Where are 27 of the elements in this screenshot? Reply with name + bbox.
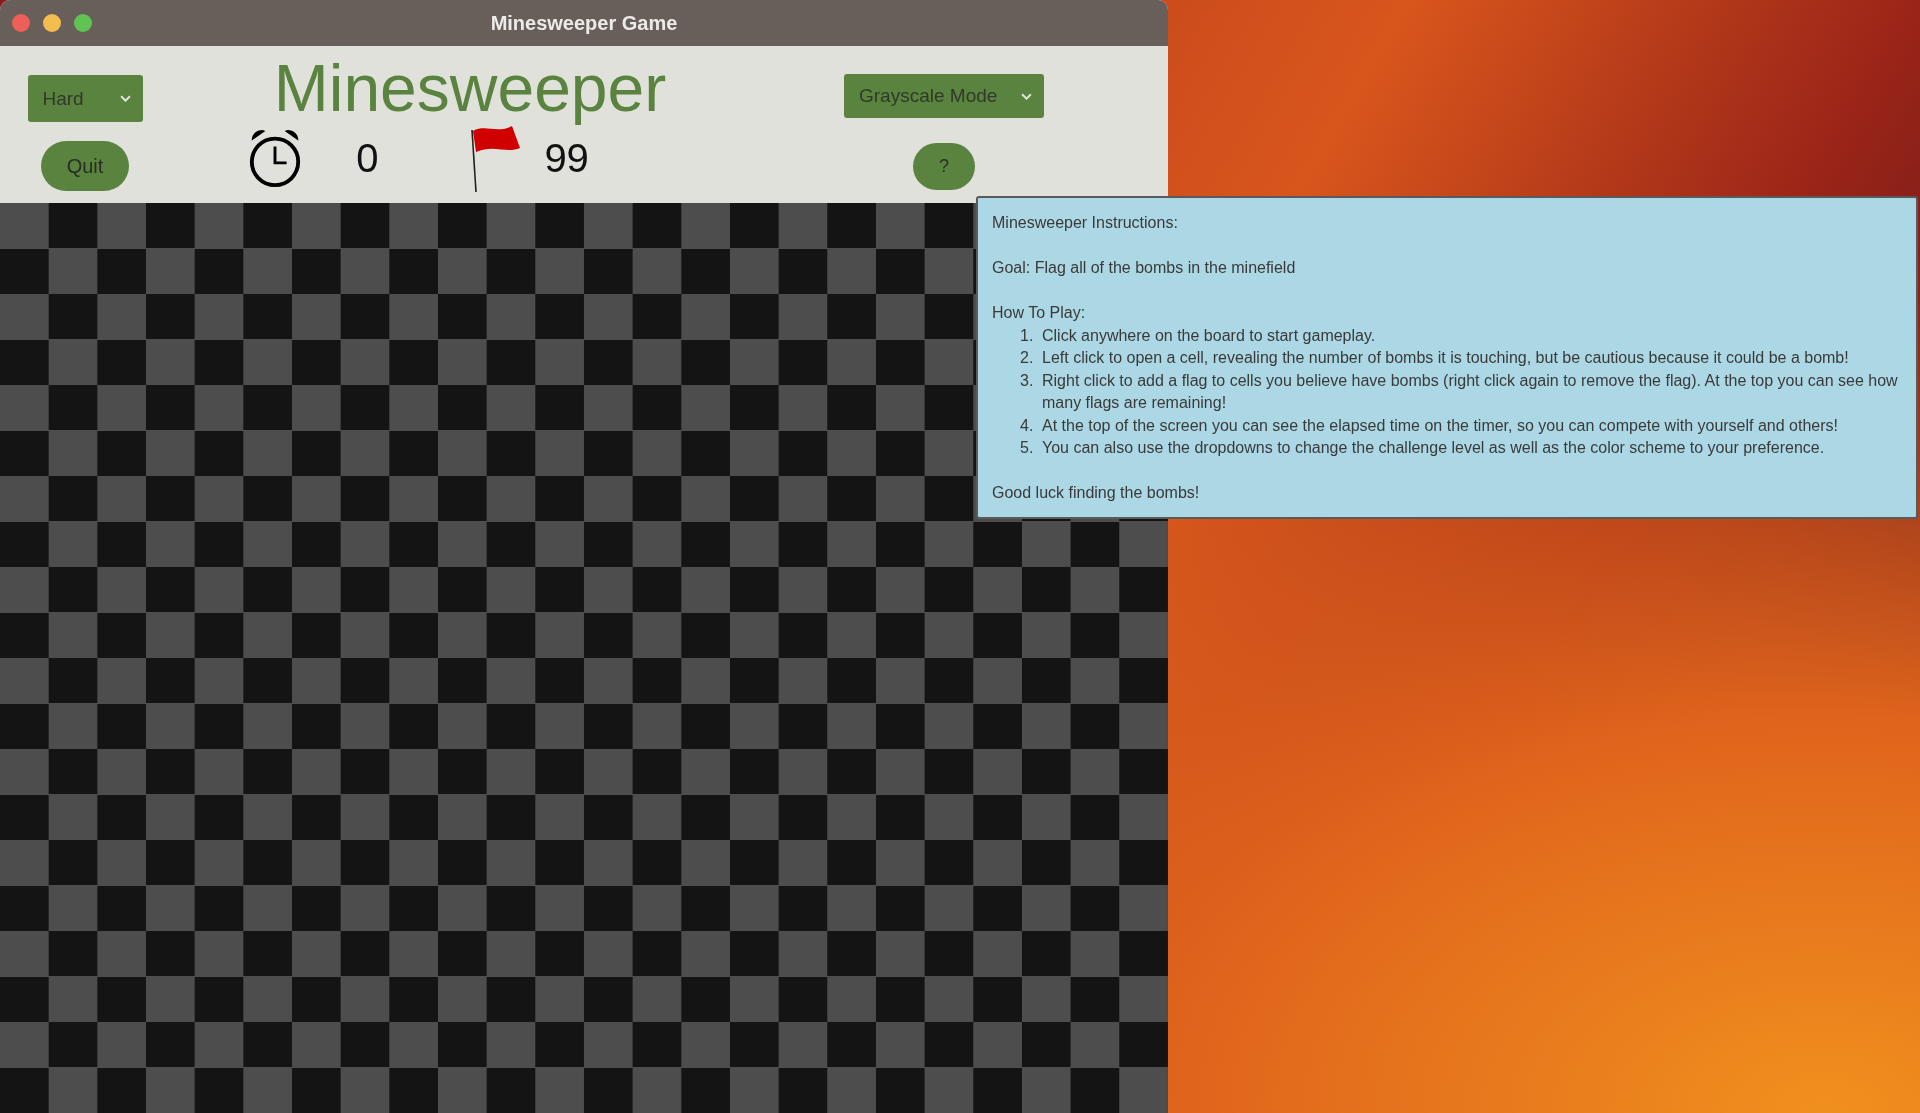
caret-icon	[1021, 92, 1032, 100]
help-button[interactable]: ?	[913, 143, 975, 190]
minimize-button[interactable]	[43, 14, 61, 32]
zoom-button[interactable]	[74, 14, 92, 32]
closing-text: Good luck finding the bombs!	[992, 483, 1201, 503]
window-title: Minesweeper Game	[490, 11, 678, 35]
difficulty-dropdown[interactable]: Hard	[27, 75, 143, 122]
flags-remaining-count: 99	[544, 135, 589, 181]
instructions-heading: Minesweeper Instructions:	[992, 213, 1179, 233]
color-mode-dropdown[interactable]: Grayscale Mode	[844, 74, 1044, 118]
step-text: Right click to add a flag to cells you believe have bombs (right click again to remove the flag). At the top you can see how many flags are remaining!	[1042, 370, 1899, 413]
close-button[interactable]	[12, 14, 30, 32]
step-number: 5.	[1020, 438, 1035, 458]
step-number: 1.	[1020, 325, 1035, 346]
step-text: At the top of the screen you can see the elapsed time on the timer, so you can compete with yourself and others!	[1042, 415, 1839, 436]
caret-icon	[119, 95, 131, 102]
goal-text: Goal: Flag all of the bombs in the minefield	[992, 258, 1297, 278]
how-to-play-heading: How To Play:	[992, 303, 1087, 323]
step-text: You can also use the dropdowns to change the challenge level as well as the color scheme to your preference.	[1042, 438, 1826, 458]
step-number: 3.	[1020, 370, 1035, 391]
game-title: Minesweeper	[273, 50, 667, 126]
timer-value: 0	[356, 135, 379, 181]
step-text: Left click to open a cell, revealing the number of bombs it is touching, but be cautious because it could be a bomb!	[1042, 348, 1850, 368]
step-number: 2.	[1020, 348, 1035, 368]
step-number: 4.	[1020, 415, 1035, 436]
step-text: Click anywhere on the board to start gameplay.	[1042, 325, 1377, 346]
quit-button[interactable]: Quit	[41, 141, 129, 191]
